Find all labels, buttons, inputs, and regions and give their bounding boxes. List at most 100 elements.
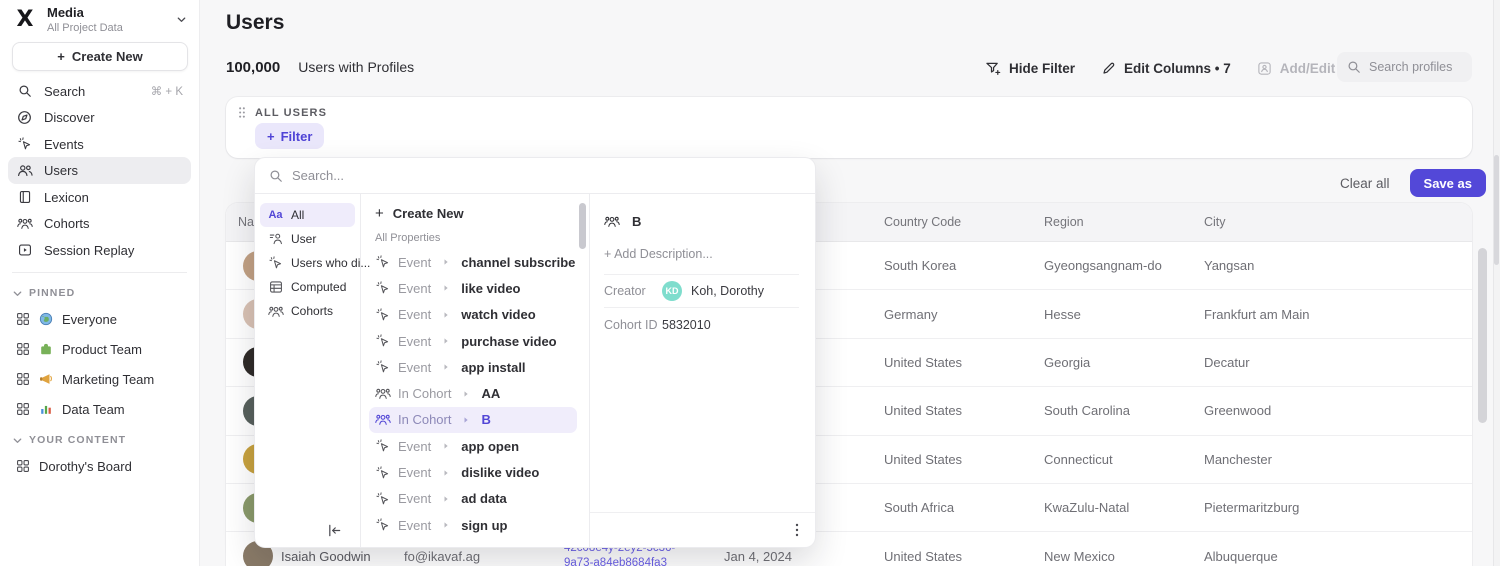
plus-icon: + [267,129,275,144]
event-icon [375,281,391,295]
profile-count-label: Users with Profiles [298,59,414,75]
user-region-cell: KwaZulu-Natal [1044,500,1204,515]
dropdown-scrollbar-thumb[interactable] [579,203,586,249]
creator-name: Koh, Dorothy [691,284,764,298]
property-prefix: In Cohort [398,386,451,401]
property-value: like video [461,281,520,296]
property-option-in-cohort-b[interactable]: In CohortB [369,407,577,433]
sidebar-item-events[interactable]: Events [8,131,191,158]
sidebar-item-label: Cohorts [44,216,90,231]
save-as-button[interactable]: Save as [1410,169,1486,197]
user-date-cell: Jan 4, 2024 [724,549,884,564]
property-option-event-watch-video[interactable]: Eventwatch video [369,302,577,328]
sidebar-item-search[interactable]: Search⌘ + K [8,78,191,105]
edit-columns-button[interactable]: Edit Columns • 7 [1101,61,1231,76]
property-option-event-sign-up[interactable]: Event sign up [369,512,577,538]
cohort-icon [604,215,620,228]
property-option-event-app-install[interactable]: Eventapp install [369,354,577,380]
dropdown-category-label: Cohorts [291,304,333,318]
user-country-cell: United States [884,549,1044,564]
collapse-panel-icon[interactable] [327,523,342,538]
replay-icon [16,243,33,257]
dropdown-category-all[interactable]: AaAll [260,203,355,227]
sidebar-item-session-replay[interactable]: Session Replay [8,237,191,264]
search-profiles-input[interactable] [1369,60,1459,74]
sidebar-item-lexicon[interactable]: Lexicon [8,184,191,211]
property-prefix: In Cohort [398,412,451,427]
user-country-cell: United States [884,355,1044,370]
sidebar-item-label: Users [44,163,78,178]
dropdown-category-users-who-di[interactable]: Users who di... [260,251,355,275]
add-filter-button[interactable]: + Filter [255,123,324,149]
property-value: dislike video [461,465,539,480]
your-content-section-header[interactable]: YOUR CONTENT [0,429,199,451]
creator-avatar: KD [662,281,682,301]
sidebar-menu: Search⌘ + KDiscoverEvents Users Lexicon Coh… [0,78,199,264]
caret-right-icon [438,284,454,292]
sidebar-item-label: Lexicon [44,190,89,205]
project-switcher[interactable]: X Media All Project Data [0,0,199,38]
page-scrollbar-thumb[interactable] [1494,155,1499,265]
sidebar-item-cohorts[interactable]: Cohorts [8,210,191,237]
property-prefix: Event [398,518,431,533]
table-scrollbar-thumb[interactable] [1478,248,1487,423]
hide-filter-label: Hide Filter [1009,61,1075,76]
event-icon [267,256,284,270]
sidebar-board-marketing-team[interactable]: Marketing Team [8,364,191,394]
create-new-label: Create New [72,49,143,64]
dropdown-category-label: All [291,208,304,222]
chevron-down-icon [12,288,23,299]
event-icon [16,137,33,151]
sidebar-item-discover[interactable]: Discover [8,104,191,131]
profile-count: 100,000 [226,59,280,76]
user-region-cell: New Mexico [1044,549,1204,564]
property-option-event-purchase-video[interactable]: Eventpurchase video [369,328,577,354]
compass-icon [16,110,33,125]
column-header-city[interactable]: City [1204,215,1472,229]
property-option-in-cohort-aa[interactable]: In CohortAA [369,380,577,406]
computed-icon [267,280,284,294]
sidebar-board-everyone[interactable]: Everyone [8,304,191,334]
search-icon [269,169,283,183]
column-header-country-code[interactable]: Country Code [884,215,1044,229]
clear-all-button[interactable]: Clear all [1340,176,1390,191]
dropdown-category-cohorts[interactable]: Cohorts [260,299,355,323]
sidebar-board-data-team[interactable]: Data Team [8,394,191,424]
property-value: purchase video [461,334,556,349]
your-content-list: Dorothy's Board [0,451,199,481]
cohort-preview-panel: B + Add Description... Creator KD Koh, D… [590,194,815,547]
cohort-icon [267,305,284,318]
property-option-event-app-open[interactable]: Eventapp open [369,433,577,459]
more-options-icon[interactable] [795,523,799,537]
dropdown-category-computed[interactable]: Computed [260,275,355,299]
dropdown-search-row[interactable] [255,158,815,194]
property-option-event-ad-data[interactable]: Eventad data [369,486,577,512]
sidebar-board-dorothy-s-board[interactable]: Dorothy's Board [8,451,191,481]
page-scrollbar[interactable] [1493,0,1500,566]
pinned-section-header[interactable]: PINNED [0,282,199,304]
create-new-button[interactable]: + Create New [12,42,188,71]
keyboard-shortcut: ⌘ + K [151,84,183,98]
cohort-id-label: Cohort ID [604,318,662,332]
board-label: Marketing Team [62,372,154,387]
dropdown-create-new[interactable]: + Create New [369,200,577,227]
chevron-down-icon [12,435,23,446]
property-option-event-channel-subscribe[interactable]: Eventchannel subscribe [369,249,577,275]
user-props-icon [267,232,284,246]
property-value: sign up [461,518,507,533]
add-description-link[interactable]: + Add Description... [604,242,799,275]
user-region-cell: Hesse [1044,307,1204,322]
user-country-cell: Germany [884,307,1044,322]
dropdown-search-input[interactable] [292,168,492,183]
sidebar-item-users[interactable]: Users [8,157,191,184]
drag-handle-icon[interactable] [238,106,246,119]
property-option-event-like-video[interactable]: Eventlike video [369,275,577,301]
property-option-event-dislike-video[interactable]: Eventdislike video [369,459,577,485]
column-header-region[interactable]: Region [1044,215,1204,229]
sidebar-board-product-team[interactable]: Product Team [8,334,191,364]
hide-filter-button[interactable]: Hide Filter [985,61,1075,76]
pinned-list: EveryoneProduct Team Marketing Team Data T… [0,304,199,424]
caret-right-icon [438,521,454,529]
search-profiles-box[interactable] [1337,52,1472,82]
dropdown-category-user[interactable]: User [260,227,355,251]
